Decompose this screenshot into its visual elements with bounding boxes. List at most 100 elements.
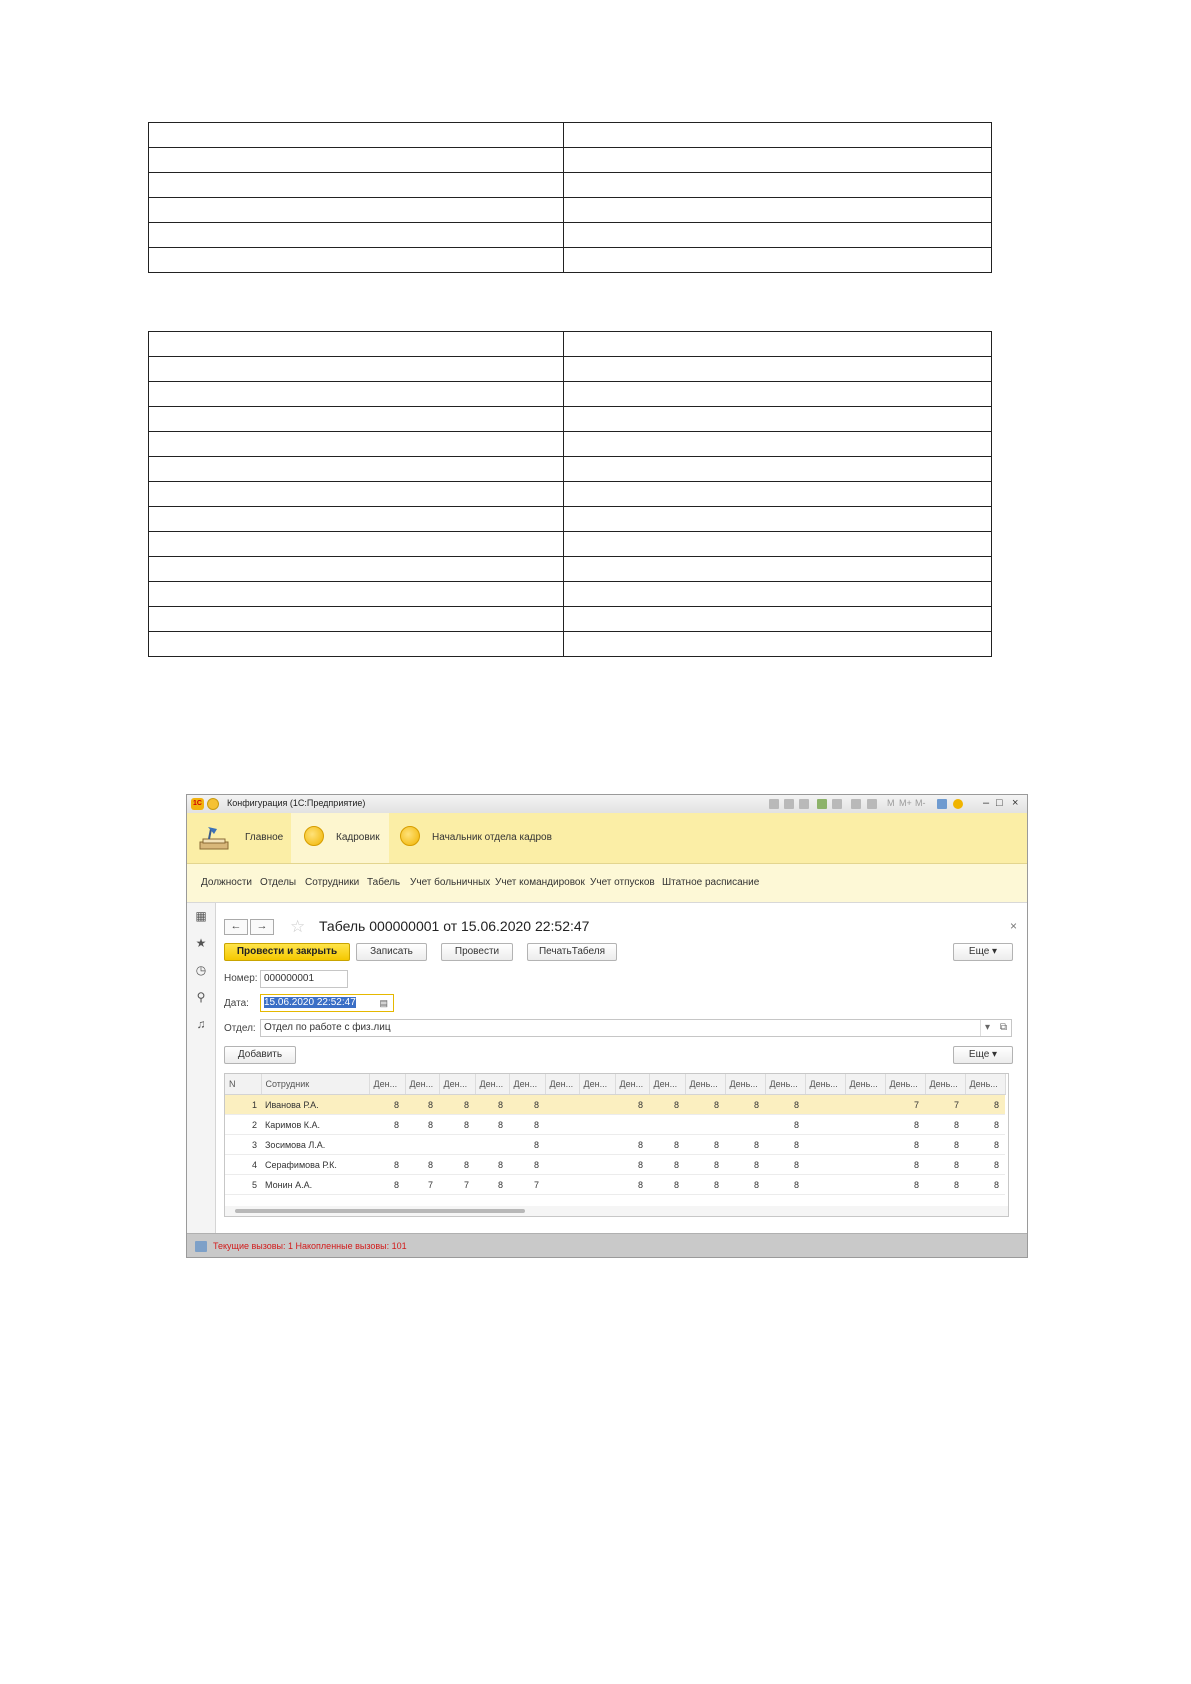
column-header[interactable]: Ден... — [579, 1074, 616, 1095]
hours-cell[interactable] — [845, 1154, 885, 1175]
hours-cell[interactable]: 8 — [615, 1094, 649, 1115]
star-icon[interactable]: ★ — [194, 936, 208, 950]
hours-cell[interactable]: 8 — [509, 1114, 545, 1135]
column-header[interactable]: Ден... — [545, 1074, 580, 1095]
hours-cell[interactable]: 8 — [509, 1094, 545, 1115]
column-header[interactable]: День... — [845, 1074, 886, 1095]
hours-cell[interactable]: 8 — [685, 1174, 725, 1195]
hours-cell[interactable] — [649, 1114, 685, 1135]
scrollbar-thumb[interactable] — [235, 1209, 525, 1213]
open-icon[interactable]: ⧉ — [1000, 1020, 1007, 1036]
nav-staff-schedule[interactable]: Штатное расписание — [662, 877, 759, 888]
column-header[interactable]: Ден... — [439, 1074, 476, 1095]
hours-cell[interactable] — [805, 1174, 845, 1195]
hours-cell[interactable]: 8 — [369, 1174, 405, 1195]
hours-cell[interactable]: 8 — [765, 1134, 805, 1155]
hours-cell[interactable] — [845, 1114, 885, 1135]
row-number-cell[interactable]: 5 — [225, 1174, 261, 1195]
hours-cell[interactable]: 8 — [965, 1134, 1005, 1155]
hours-cell[interactable] — [845, 1134, 885, 1155]
hours-cell[interactable]: 8 — [405, 1114, 439, 1135]
hours-cell[interactable]: 8 — [649, 1154, 685, 1175]
print-timesheet-button[interactable]: ПечатьТабеля — [527, 943, 617, 961]
hours-cell[interactable]: 8 — [685, 1134, 725, 1155]
hours-cell[interactable]: 8 — [965, 1114, 1005, 1135]
hours-cell[interactable]: 8 — [885, 1154, 925, 1175]
hours-cell[interactable] — [805, 1114, 845, 1135]
hours-cell[interactable] — [545, 1134, 579, 1155]
column-header[interactable]: Ден... — [369, 1074, 406, 1095]
hours-cell[interactable] — [405, 1134, 439, 1155]
hours-cell[interactable] — [545, 1114, 579, 1135]
hours-cell[interactable]: 8 — [965, 1154, 1005, 1175]
column-header[interactable]: День... — [885, 1074, 926, 1095]
calculator-icon[interactable] — [851, 799, 861, 809]
column-header[interactable]: N — [225, 1074, 262, 1095]
column-header[interactable]: День... — [805, 1074, 846, 1095]
copy-icon[interactable] — [832, 799, 842, 809]
column-header[interactable]: Ден... — [509, 1074, 546, 1095]
hours-cell[interactable]: 8 — [475, 1174, 509, 1195]
hours-cell[interactable]: 8 — [369, 1154, 405, 1175]
hours-cell[interactable]: 8 — [685, 1094, 725, 1115]
column-header[interactable]: Сотрудник — [261, 1074, 370, 1095]
main-menu-button[interactable] — [207, 798, 219, 810]
more-button[interactable]: Еще ▾ — [953, 943, 1013, 961]
hours-cell[interactable]: 8 — [765, 1094, 805, 1115]
post-and-close-button[interactable]: Провести и закрыть — [224, 943, 350, 961]
table-more-button[interactable]: Еще ▾ — [953, 1046, 1013, 1064]
hours-cell[interactable]: 8 — [885, 1114, 925, 1135]
hours-cell[interactable] — [545, 1094, 579, 1115]
hours-cell[interactable] — [545, 1174, 579, 1195]
hours-cell[interactable]: 8 — [439, 1154, 475, 1175]
employee-cell[interactable]: Зосимова Л.А. — [261, 1134, 369, 1155]
hours-cell[interactable] — [725, 1114, 765, 1135]
hours-cell[interactable]: 7 — [509, 1174, 545, 1195]
hours-cell[interactable]: 8 — [765, 1114, 805, 1135]
memory-m[interactable]: M — [887, 798, 895, 808]
favorite-star-icon[interactable]: ☆ — [290, 917, 305, 937]
dropdown-icon[interactable]: ▾ — [979, 1020, 990, 1036]
hours-cell[interactable]: 8 — [615, 1154, 649, 1175]
section-main[interactable]: Главное — [187, 813, 291, 863]
hours-cell[interactable]: 8 — [649, 1134, 685, 1155]
back-button[interactable]: ← — [224, 919, 248, 935]
hours-cell[interactable] — [475, 1134, 509, 1155]
table-row[interactable]: 5 Монин А.А. 8 7 7 8 7 8 8 8 8 8 8 8 8 — [225, 1174, 1005, 1195]
hours-cell[interactable]: 8 — [509, 1154, 545, 1175]
close-window-button[interactable]: × — [1012, 797, 1018, 809]
row-number-cell[interactable]: 3 — [225, 1134, 261, 1155]
employee-cell[interactable]: Каримов К.А. — [261, 1114, 369, 1135]
nav-timesheet[interactable]: Табель — [367, 877, 400, 888]
hours-cell[interactable] — [685, 1114, 725, 1135]
row-number-cell[interactable]: 1 — [225, 1094, 261, 1115]
hours-cell[interactable]: 8 — [725, 1094, 765, 1115]
hours-cell[interactable]: 8 — [369, 1114, 405, 1135]
horizontal-scrollbar[interactable] — [225, 1206, 1008, 1216]
hours-cell[interactable]: 8 — [765, 1154, 805, 1175]
calendar-icon[interactable]: ▤ — [379, 995, 388, 1011]
post-button[interactable]: Провести — [441, 943, 513, 961]
hours-cell[interactable] — [579, 1114, 615, 1135]
section-hr[interactable]: Кадровик — [291, 813, 389, 863]
table-row[interactable]: 3 Зосимова Л.А. 8 8 8 8 8 8 8 8 8 — [225, 1134, 1005, 1155]
nav-employees[interactable]: Сотрудники — [305, 877, 359, 888]
hours-cell[interactable]: 8 — [925, 1114, 965, 1135]
hours-cell[interactable]: 8 — [725, 1174, 765, 1195]
hours-cell[interactable] — [805, 1094, 845, 1115]
hours-cell[interactable] — [545, 1154, 579, 1175]
table-row[interactable]: 4 Серафимова Р.К. 8 8 8 8 8 8 8 8 8 8 8 8 8 — [225, 1154, 1005, 1175]
column-header[interactable]: День... — [965, 1074, 1006, 1095]
date-field[interactable]: 15.06.2020 22:52:47 ▤ — [260, 994, 394, 1012]
row-number-cell[interactable]: 2 — [225, 1114, 261, 1135]
hours-cell[interactable]: 8 — [925, 1134, 965, 1155]
hours-cell[interactable]: 8 — [615, 1174, 649, 1195]
hours-cell[interactable]: 8 — [649, 1094, 685, 1115]
hours-cell[interactable] — [579, 1094, 615, 1115]
nav-positions[interactable]: Должности — [201, 877, 252, 888]
column-header[interactable]: День... — [685, 1074, 726, 1095]
hours-cell[interactable]: 8 — [615, 1134, 649, 1155]
hours-cell[interactable]: 8 — [725, 1154, 765, 1175]
nav-sick-leave[interactable]: Учет больничных — [410, 877, 490, 888]
add-row-button[interactable]: Добавить — [224, 1046, 296, 1064]
